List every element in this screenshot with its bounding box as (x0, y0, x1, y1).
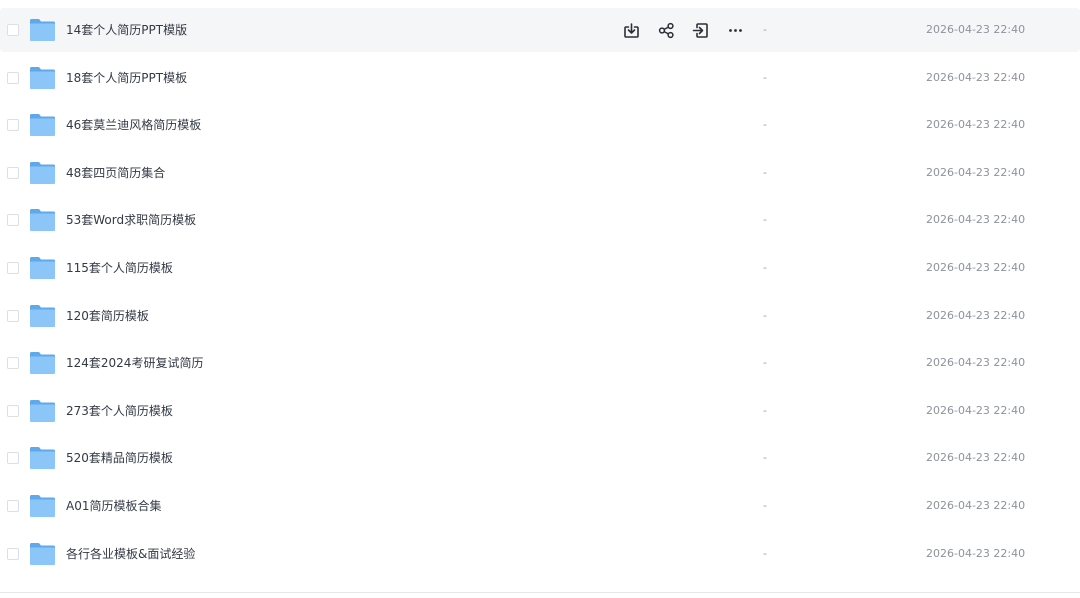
row-checkbox[interactable] (7, 166, 19, 179)
table-row[interactable]: 124套2024考研复试简历 - 2026-04-23 22:40 (0, 341, 1080, 385)
folder-icon (30, 542, 55, 565)
share-icon[interactable] (655, 18, 677, 42)
table-row[interactable]: 520套精品简历模板 - 2026-04-23 22:40 (0, 436, 1080, 480)
row-checkbox[interactable] (7, 404, 19, 417)
row-checkbox[interactable] (7, 357, 19, 370)
file-size: - (763, 165, 767, 179)
more-icon[interactable] (724, 18, 746, 42)
file-size: - (763, 118, 767, 132)
file-modified-date: 2026-04-23 22:40 (926, 165, 1026, 179)
table-row[interactable]: 120套简历模板 - 2026-04-23 22:40 (0, 294, 1080, 338)
row-checkbox[interactable] (7, 71, 19, 84)
file-name[interactable]: 53套Word求职简历模板 (66, 198, 196, 242)
folder-icon (30, 447, 55, 470)
file-modified-date: 2026-04-23 22:40 (926, 356, 1026, 370)
folder-icon (30, 161, 55, 184)
file-size: - (763, 213, 767, 227)
row-checkbox[interactable] (7, 309, 19, 322)
file-modified-date: 2026-04-23 22:40 (926, 308, 1026, 322)
row-checkbox[interactable] (7, 119, 19, 132)
file-name[interactable]: 115套个人简历模板 (66, 246, 173, 290)
table-row[interactable]: A01简历模板合集 - 2026-04-23 22:40 (0, 484, 1080, 528)
file-size: - (763, 70, 767, 84)
table-row[interactable]: 46套莫兰迪风格简历模板 - 2026-04-23 22:40 (0, 103, 1080, 147)
file-modified-date: 2026-04-23 22:40 (926, 499, 1026, 512)
file-modified-date: 2026-04-23 22:40 (926, 118, 1026, 132)
file-modified-date: 2026-04-23 22:40 (926, 261, 1026, 274)
file-modified-date: 2026-04-23 22:40 (926, 213, 1026, 227)
row-checkbox[interactable] (7, 24, 19, 36)
move-icon[interactable] (689, 18, 711, 42)
file-name[interactable]: 124套2024考研复试简历 (66, 341, 203, 385)
row-actions (620, 18, 748, 42)
file-modified-date: 2026-04-23 22:40 (926, 403, 1026, 417)
folder-icon (30, 114, 55, 137)
folder-icon (30, 495, 55, 517)
file-size: - (763, 356, 767, 370)
file-modified-date: 2026-04-23 22:40 (926, 23, 1026, 36)
file-list: 14套个人简历PPT模版 - 2026-04-23 22:40 18套个人简历P… (0, 6, 1080, 590)
file-name[interactable]: 各行各业模板&面试经验 (66, 532, 195, 576)
file-modified-date: 2026-04-23 22:40 (926, 451, 1026, 465)
table-row[interactable]: 53套Word求职简历模板 - 2026-04-23 22:40 (0, 198, 1080, 242)
row-checkbox[interactable] (7, 262, 19, 274)
table-row[interactable]: 115套个人简历模板 - 2026-04-23 22:40 (0, 246, 1080, 290)
folder-icon (30, 66, 55, 89)
file-size: - (763, 451, 767, 465)
folder-icon (30, 19, 55, 41)
file-modified-date: 2026-04-23 22:40 (926, 70, 1026, 84)
row-checkbox[interactable] (7, 214, 19, 227)
folder-icon (30, 209, 55, 232)
file-name[interactable]: 520套精品简历模板 (66, 436, 173, 480)
row-checkbox[interactable] (7, 452, 19, 465)
table-row[interactable]: 各行各业模板&面试经验 - 2026-04-23 22:40 (0, 532, 1080, 576)
file-modified-date: 2026-04-23 22:40 (926, 546, 1026, 560)
file-size: - (763, 403, 767, 417)
file-name[interactable]: 120套简历模板 (66, 294, 149, 338)
file-name[interactable]: A01简历模板合集 (66, 484, 161, 528)
table-row[interactable]: 48套四页简历集合 - 2026-04-23 22:40 (0, 151, 1080, 195)
file-size: - (763, 546, 767, 560)
folder-icon (30, 257, 55, 279)
folder-icon (30, 352, 55, 375)
file-name[interactable]: 18套个人简历PPT模板 (66, 56, 187, 100)
file-size: - (763, 499, 767, 512)
file-name[interactable]: 48套四页简历集合 (66, 151, 165, 195)
table-row[interactable]: 273套个人简历模板 - 2026-04-23 22:40 (0, 389, 1080, 433)
folder-icon (30, 399, 55, 422)
list-bottom-divider (0, 592, 1080, 593)
file-size: - (763, 261, 767, 274)
row-checkbox[interactable] (7, 547, 19, 560)
file-name[interactable]: 46套莫兰迪风格简历模板 (66, 103, 201, 147)
file-size: - (763, 308, 767, 322)
row-checkbox[interactable] (7, 500, 19, 512)
file-size: - (763, 23, 767, 36)
download-icon[interactable] (620, 18, 642, 42)
table-row[interactable]: 18套个人简历PPT模板 - 2026-04-23 22:40 (0, 56, 1080, 100)
folder-icon (30, 304, 55, 327)
file-name[interactable]: 14套个人简历PPT模版 (66, 8, 187, 52)
table-row[interactable]: 14套个人简历PPT模版 - 2026-04-23 22:40 (0, 8, 1080, 52)
file-name[interactable]: 273套个人简历模板 (66, 389, 173, 433)
